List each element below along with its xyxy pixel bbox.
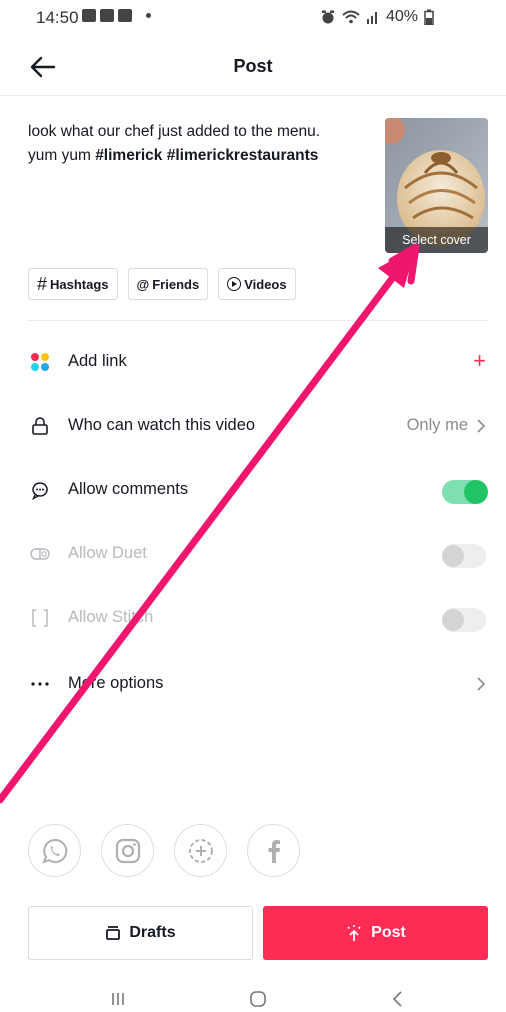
toggle-knob — [442, 609, 464, 631]
stitch-icon — [32, 609, 48, 627]
plus-icon[interactable]: + — [473, 348, 486, 374]
system-nav-bar — [0, 985, 506, 1012]
allow-stitch-toggle[interactable] — [442, 608, 486, 632]
add-circle-icon — [188, 838, 213, 863]
back-button[interactable] — [383, 989, 413, 1009]
divider — [28, 320, 488, 321]
facebook-share-button[interactable] — [247, 824, 300, 877]
drafts-button[interactable]: Drafts — [28, 906, 253, 960]
at-sign-icon: @ — [136, 276, 150, 292]
notification-icons — [82, 9, 151, 22]
toggle-knob — [464, 480, 488, 504]
share-options — [28, 824, 300, 877]
add-share-button[interactable] — [174, 824, 227, 877]
select-cover-button[interactable]: Select cover — [385, 118, 488, 253]
allow-duet-toggle[interactable] — [442, 544, 486, 568]
drafts-icon — [106, 926, 121, 940]
whatsapp-share-button[interactable] — [28, 824, 81, 877]
allow-stitch-row: Allow Stitch — [0, 598, 506, 638]
select-cover-label: Select cover — [385, 227, 488, 253]
header: Post — [0, 40, 506, 96]
facebook-icon — [268, 839, 280, 863]
privacy-row[interactable]: Who can watch this video Only me — [0, 406, 506, 446]
whatsapp-icon — [41, 838, 67, 864]
allow-comments-row: Allow comments — [0, 470, 506, 510]
hashtag-limerick: #limerick — [95, 147, 163, 164]
post-button[interactable]: Post — [263, 906, 488, 960]
system-status: 40% — [320, 8, 434, 26]
privacy-label: Who can watch this video — [68, 416, 256, 434]
add-link-row[interactable]: Add link + — [0, 342, 506, 382]
comment-icon — [32, 482, 48, 500]
caption-input[interactable]: look what our chef just added to the men… — [28, 120, 378, 168]
message-notification-icon — [118, 9, 132, 22]
hashtags-chip[interactable]: # Hashtags — [28, 268, 118, 300]
friends-chip-label: Friends — [152, 276, 200, 292]
home-button[interactable] — [243, 989, 273, 1009]
caption-text: yum yum — [28, 147, 96, 164]
more-options-label: More options — [68, 674, 164, 692]
page-title: Post — [233, 56, 273, 76]
videos-chip-label: Videos — [244, 276, 287, 292]
post-label: Post — [371, 924, 406, 941]
battery-icon — [424, 9, 434, 25]
recent-apps-icon — [112, 993, 124, 1005]
privacy-value: Only me — [406, 416, 468, 434]
battery-percent: 40% — [386, 8, 419, 25]
toggle-knob — [442, 545, 464, 567]
allow-stitch-label: Allow Stitch — [68, 608, 154, 626]
colorful-dots-icon — [31, 353, 49, 371]
hashtag-icon: # — [37, 273, 48, 294]
drafts-label: Drafts — [129, 924, 176, 941]
more-options-row[interactable]: More options — [0, 664, 506, 704]
hashtags-chip-label: Hashtags — [50, 276, 109, 292]
allow-duet-row: Allow Duet — [0, 534, 506, 574]
hashtag-limerickrestaurants: #limerickrestaurants — [166, 147, 319, 164]
chevron-right-icon — [477, 677, 486, 691]
post-sparkle-icon — [347, 925, 361, 941]
caption-line-1: look what our chef just added to the men… — [28, 123, 321, 140]
calendar-notification-icon — [100, 9, 114, 22]
status-bar: 14:50 40% — [0, 0, 506, 36]
back-icon — [392, 991, 402, 1007]
allow-duet-label: Allow Duet — [68, 544, 147, 562]
duet-icon — [30, 548, 50, 560]
gallery-notification-icon — [82, 9, 96, 22]
recent-apps-button[interactable] — [103, 989, 133, 1009]
instagram-icon — [115, 838, 140, 863]
videos-chip[interactable]: Videos — [218, 268, 296, 300]
chevron-right-icon — [477, 419, 486, 433]
allow-comments-label: Allow comments — [68, 480, 189, 498]
more-dots-icon — [31, 682, 49, 686]
home-icon — [250, 991, 266, 1007]
play-circle-icon — [227, 277, 242, 291]
signal-icon — [367, 12, 377, 24]
instagram-share-button[interactable] — [101, 824, 154, 877]
add-link-label: Add link — [68, 352, 127, 370]
friends-chip[interactable]: @ Friends — [127, 268, 209, 300]
status-time: 14:50 — [36, 8, 79, 27]
more-notifications-icon — [146, 13, 151, 18]
wifi-icon — [342, 10, 360, 24]
caption-chips: # Hashtags @ Friends Videos — [28, 268, 296, 300]
lock-icon — [32, 417, 48, 435]
alarm-icon — [322, 10, 334, 24]
allow-comments-toggle[interactable] — [442, 480, 488, 504]
